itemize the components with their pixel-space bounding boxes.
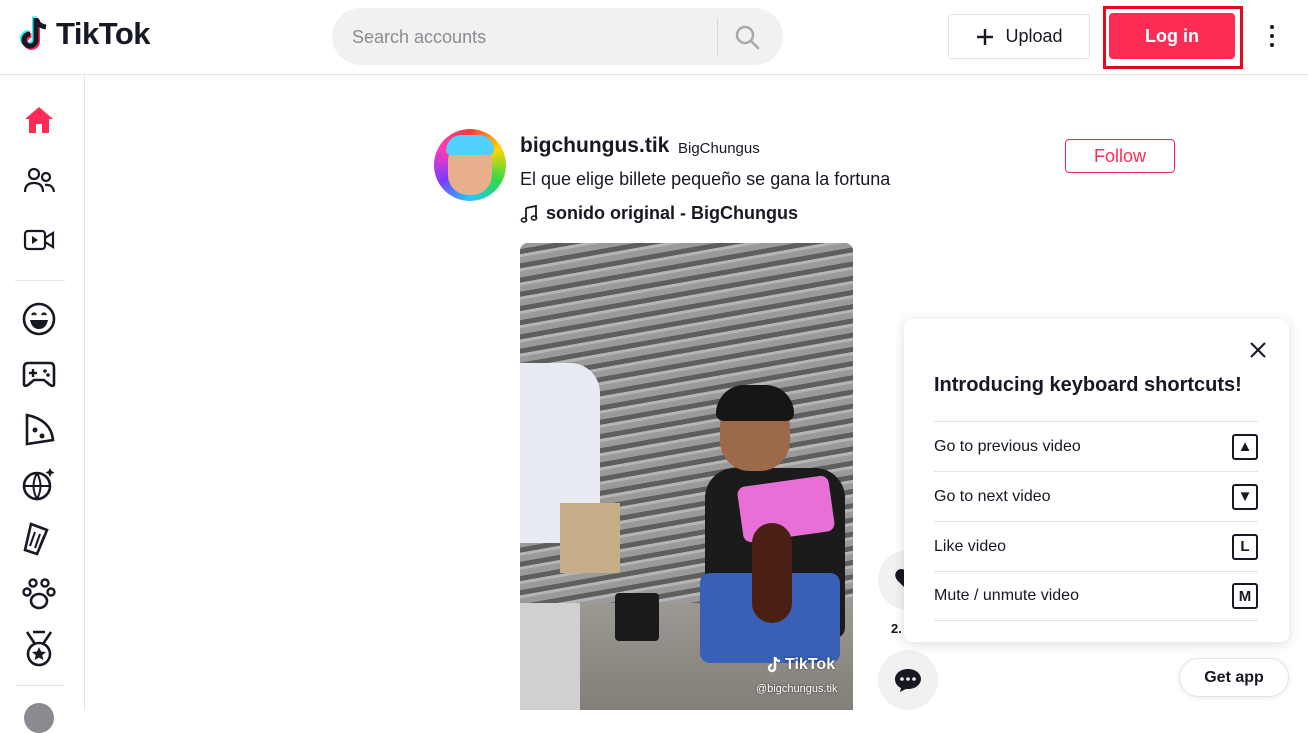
shortcut-label: Go to previous video	[934, 437, 1081, 455]
shortcut-key: M	[1232, 583, 1258, 609]
watermark-handle: @bigchungus.tik	[756, 683, 838, 695]
sidebar-divider	[15, 685, 65, 686]
logo-text: TikTok	[56, 16, 151, 51]
upload-button[interactable]: Upload	[948, 14, 1090, 59]
tiktok-logo[interactable]: TikTok	[18, 16, 151, 52]
shortcut-row-like: Like video L	[934, 521, 1258, 571]
shortcut-row-mute: Mute / unmute video M	[934, 571, 1258, 621]
sidebar-item-beauty[interactable]	[18, 518, 60, 560]
comment-button[interactable]	[878, 650, 938, 710]
comment-icon	[895, 669, 921, 692]
video-watermark: TikTok	[766, 656, 835, 674]
gaming-icon	[22, 361, 56, 388]
sidebar-item-comedy[interactable]	[18, 298, 60, 340]
tiktok-logo-icon	[20, 16, 47, 50]
search-bar	[332, 8, 783, 65]
shortcut-row-previous: Go to previous video ▲	[934, 421, 1258, 471]
sidebar-item-sports[interactable]	[18, 628, 60, 670]
tiktok-watermark-icon	[767, 656, 781, 673]
search-button[interactable]	[726, 16, 768, 58]
get-app-button[interactable]: Get app	[1179, 658, 1289, 697]
avatar-hair	[446, 135, 494, 155]
login-button[interactable]: Log in	[1109, 13, 1235, 59]
sidebar-item-gaming[interactable]	[18, 353, 60, 395]
sidebar-item-food[interactable]	[18, 408, 60, 450]
sidebar	[0, 75, 85, 733]
sidebar-item-following[interactable]	[18, 159, 60, 201]
author-nickname[interactable]: BigChungus	[678, 140, 760, 157]
sidebar-avatar[interactable]	[24, 703, 54, 733]
beauty-icon	[23, 522, 49, 556]
sidebar-item-home[interactable]	[18, 99, 60, 141]
live-icon	[23, 229, 55, 251]
plus-icon	[977, 28, 994, 45]
following-icon	[23, 167, 55, 193]
upload-label: Upload	[1005, 26, 1063, 46]
close-icon	[1250, 342, 1266, 358]
panel-title: Introducing keyboard shortcuts!	[934, 374, 1242, 396]
video-speaker	[615, 593, 659, 641]
search-icon	[735, 25, 760, 50]
shortcut-key-up-icon: ▲	[1232, 433, 1258, 460]
sidebar-item-live[interactable]	[18, 219, 60, 261]
dance-icon	[22, 468, 55, 502]
video-violin	[752, 523, 792, 623]
sports-icon	[25, 630, 53, 667]
animals-icon	[22, 578, 56, 610]
video-performer-hair	[716, 385, 794, 421]
more-dot-icon	[1270, 34, 1274, 38]
shortcut-key: L	[1232, 533, 1258, 560]
video-music-stand	[520, 603, 580, 710]
comedy-icon	[22, 302, 56, 336]
video-caption: El que elige billete pequeño se gana la …	[520, 169, 891, 189]
food-icon	[25, 413, 55, 446]
watermark-brand: TikTok	[785, 656, 836, 673]
home-icon	[25, 107, 53, 133]
sidebar-item-dance[interactable]	[18, 463, 60, 505]
more-dot-icon	[1270, 25, 1274, 29]
author-avatar[interactable]	[434, 129, 506, 201]
music-title: sonido original - BigChungus	[546, 203, 798, 223]
search-input[interactable]	[352, 22, 712, 52]
shortcut-key-down-icon: ▼	[1232, 483, 1258, 510]
video-player[interactable]: TikTok @bigchungus.tik	[520, 243, 853, 710]
top-header: TikTok Upload Log in	[0, 0, 1308, 75]
music-link[interactable]: sonido original - BigChungus	[520, 203, 798, 224]
search-divider	[717, 18, 718, 55]
shortcut-label: Mute / unmute video	[934, 587, 1079, 604]
shortcut-label: Go to next video	[934, 487, 1051, 505]
keyboard-shortcuts-panel: Introducing keyboard shortcuts! Go to pr…	[904, 319, 1289, 642]
video-bystander-legs	[560, 503, 620, 573]
shortcut-row-next: Go to next video ▼	[934, 471, 1258, 521]
shortcut-label: Like video	[934, 537, 1007, 555]
sidebar-item-animals[interactable]	[18, 573, 60, 615]
sidebar-divider	[15, 280, 65, 281]
like-count: 2.	[891, 621, 902, 636]
more-menu-button[interactable]	[1260, 22, 1284, 50]
music-note-icon	[520, 204, 538, 223]
more-dot-icon	[1270, 43, 1274, 47]
author-username[interactable]: bigchungus.tik	[520, 134, 669, 158]
close-panel-button[interactable]	[1246, 338, 1270, 362]
follow-button[interactable]: Follow	[1065, 139, 1175, 173]
